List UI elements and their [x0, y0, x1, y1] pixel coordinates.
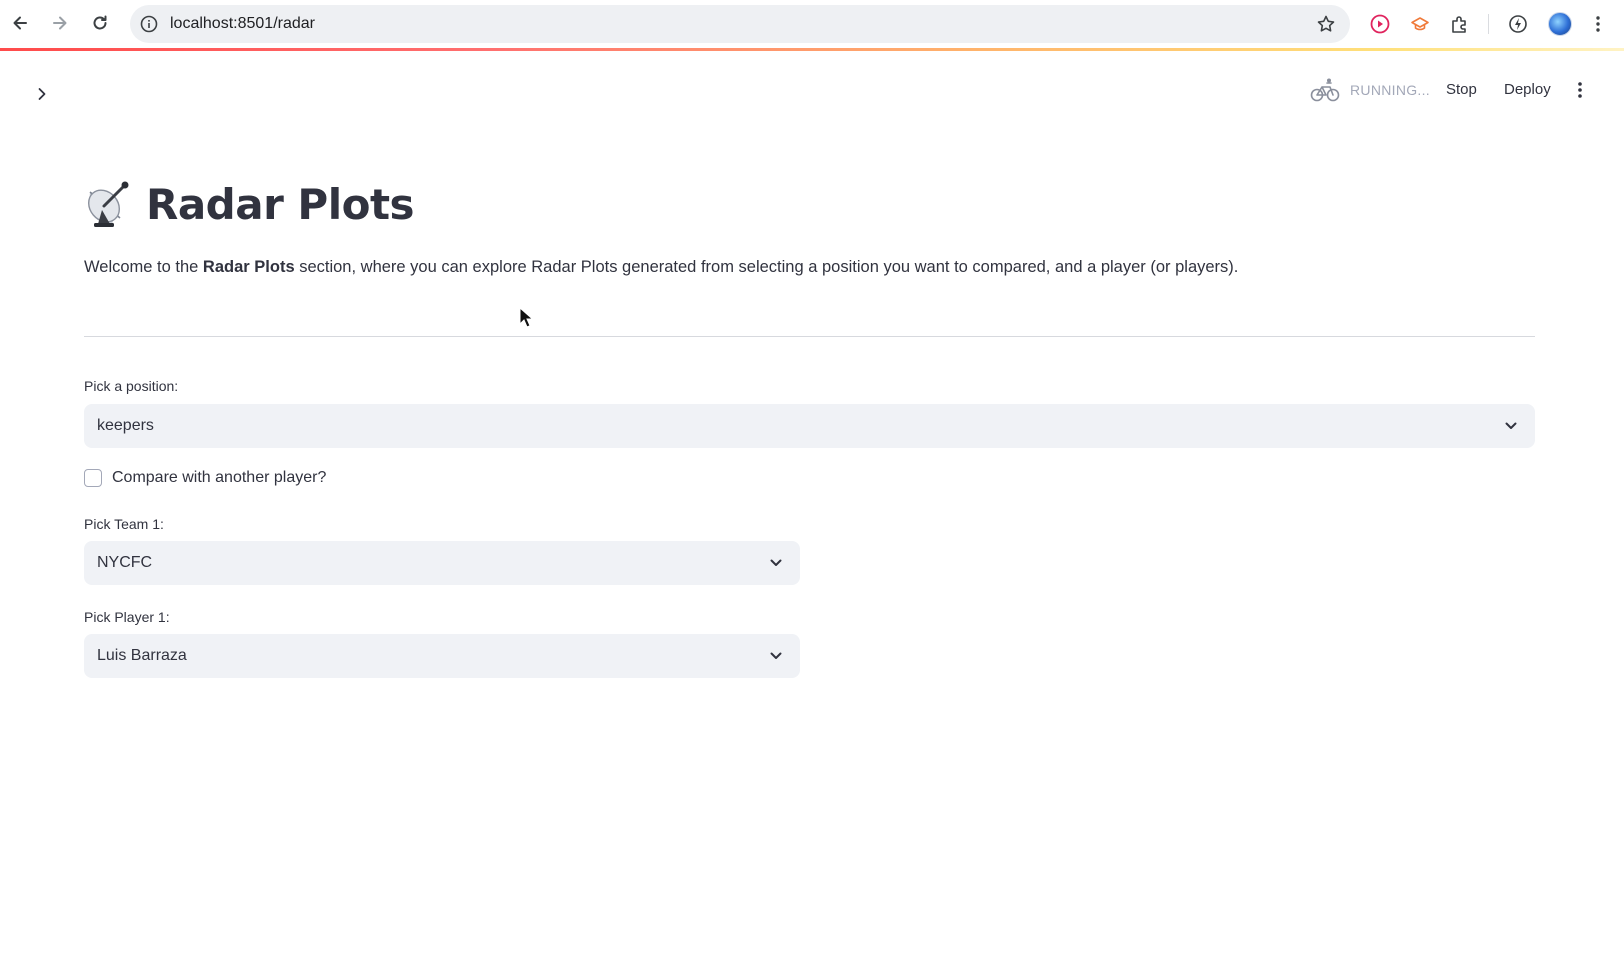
running-status-text: RUNNING... — [1350, 82, 1430, 98]
extension-sync-icon[interactable] — [1506, 12, 1530, 36]
site-info-icon[interactable] — [140, 15, 158, 33]
player1-select[interactable]: Luis Barraza — [84, 634, 800, 678]
extension-record-icon[interactable] — [1368, 12, 1392, 36]
compare-checkbox-label[interactable]: Compare with another player? — [112, 469, 326, 487]
deploy-button[interactable]: Deploy — [1504, 76, 1551, 104]
sidebar-expand-button[interactable] — [30, 82, 54, 106]
team1-select-label: Pick Team 1: — [84, 516, 164, 532]
intro-bold: Radar Plots — [202, 258, 295, 276]
chevron-down-icon — [770, 652, 782, 659]
player1-select-label: Pick Player 1: — [84, 609, 170, 625]
compare-checkbox-row[interactable]: Compare with another player? — [84, 469, 326, 487]
chevron-right-icon — [38, 88, 46, 100]
browser-menu-icon[interactable] — [1586, 12, 1610, 36]
extension-scholar-icon[interactable] — [1408, 12, 1432, 36]
forward-button[interactable] — [48, 9, 72, 37]
profile-avatar[interactable] — [1548, 12, 1572, 36]
chevron-down-icon — [770, 559, 782, 566]
running-progress-line — [0, 48, 1624, 51]
toolbar-separator — [1488, 14, 1489, 34]
compare-checkbox[interactable] — [84, 469, 102, 487]
section-divider — [84, 336, 1535, 337]
address-bar[interactable]: localhost:8501/radar — [130, 5, 1350, 43]
browser-toolbar: localhost:8501/radar — [0, 0, 1624, 48]
reload-button[interactable] — [88, 9, 112, 37]
position-select[interactable]: keepers — [84, 404, 1535, 448]
intro-prefix: Welcome to the — [84, 258, 203, 276]
satellite-antenna-icon — [87, 181, 129, 227]
bookmark-star-icon[interactable] — [1316, 14, 1336, 34]
url-text: localhost:8501/radar — [170, 15, 315, 32]
extensions-puzzle-icon[interactable] — [1448, 12, 1472, 36]
chevron-down-icon — [1505, 422, 1517, 429]
position-select-value: keepers — [97, 417, 154, 434]
position-select-label: Pick a position: — [84, 378, 179, 394]
running-status: RUNNING... — [1310, 74, 1430, 106]
arrow-left-icon — [13, 16, 27, 30]
team1-select[interactable]: NYCFC — [84, 541, 800, 585]
intro-suffix: section, where you can explore Radar Plo… — [294, 258, 1239, 276]
arrow-right-icon — [53, 16, 67, 30]
reload-icon — [93, 15, 107, 30]
kebab-menu-icon — [1578, 82, 1582, 98]
page-title: Radar Plots — [146, 179, 415, 229]
mouse-cursor-icon — [519, 307, 533, 328]
player1-select-value: Luis Barraza — [97, 647, 187, 664]
main-menu-button[interactable] — [1568, 78, 1592, 102]
team1-select-value: NYCFC — [97, 554, 153, 571]
bicycle-icon — [1310, 78, 1340, 102]
intro-text: Welcome to the Radar Plots section, wher… — [84, 258, 1238, 277]
stop-button[interactable]: Stop — [1446, 76, 1477, 104]
back-button[interactable] — [8, 9, 32, 37]
page-title-row: Radar Plots — [84, 178, 415, 230]
